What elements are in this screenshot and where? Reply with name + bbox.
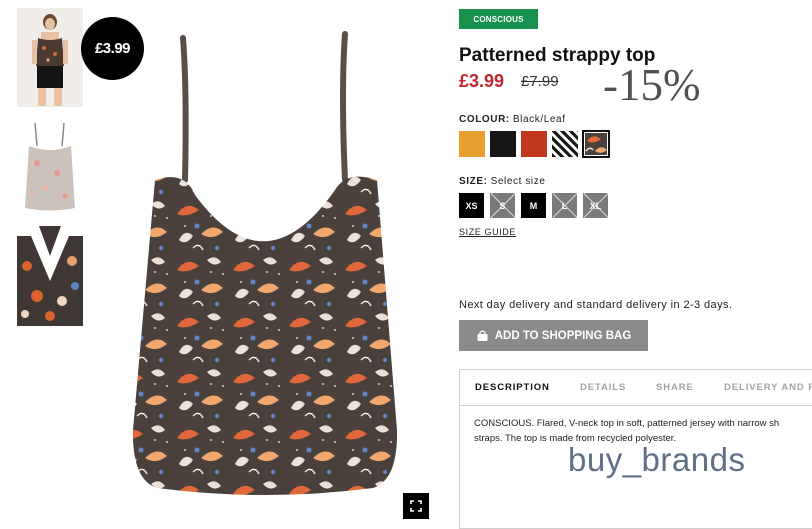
original-price: £7.99 <box>521 73 559 90</box>
colour-label-row: COLOUR: Black/Leaf <box>459 114 566 125</box>
colour-value: Black/Leaf <box>512 114 566 125</box>
size-option-l[interactable]: L <box>552 193 577 218</box>
size-label-row: SIZE: Select size <box>459 176 546 187</box>
thumbnail-back[interactable] <box>17 118 83 213</box>
sale-price: £3.99 <box>459 71 505 91</box>
thumbnail-detail[interactable] <box>17 226 83 326</box>
tab-bar: DESCRIPTION DETAILS SHARE DELIVERY AND P… <box>460 370 812 406</box>
colour-swatch-red[interactable] <box>521 131 547 157</box>
watermark-text: buy_brands <box>568 441 746 478</box>
fullscreen-button[interactable] <box>403 493 429 519</box>
colour-swatch-leaf-selected[interactable] <box>582 130 610 158</box>
tab-description[interactable]: DESCRIPTION <box>475 382 550 393</box>
size-option-xs[interactable]: XS <box>459 193 484 218</box>
colour-swatch-pattern-bw[interactable] <box>552 131 578 157</box>
shopping-bag-icon <box>477 330 488 341</box>
discount-overlay: -15% <box>603 60 701 110</box>
size-value: Select size <box>490 176 546 187</box>
colour-swatch-black[interactable] <box>490 131 516 157</box>
fullscreen-icon <box>410 500 422 512</box>
delivery-info: Next day delivery and standard delivery … <box>459 299 733 311</box>
colour-swatch-orange[interactable] <box>459 131 485 157</box>
size-label: SIZE: <box>459 176 488 187</box>
tab-share[interactable]: SHARE <box>656 382 694 393</box>
product-main-image <box>115 30 415 500</box>
size-option-s[interactable]: S <box>490 193 515 218</box>
size-option-xl[interactable]: XL <box>583 193 608 218</box>
size-guide-link[interactable]: SIZE GUIDE <box>459 227 516 237</box>
add-to-bag-button[interactable]: ADD TO SHOPPING BAG <box>459 320 648 351</box>
tab-details[interactable]: DETAILS <box>580 382 626 393</box>
colour-label: COLOUR: <box>459 114 510 125</box>
add-to-bag-label: ADD TO SHOPPING BAG <box>494 329 632 342</box>
tab-delivery[interactable]: DELIVERY AND PA <box>724 382 812 393</box>
thumbnail-model[interactable] <box>17 8 83 107</box>
size-option-m[interactable]: M <box>521 193 546 218</box>
conscious-badge: CONSCIOUS <box>459 9 538 29</box>
